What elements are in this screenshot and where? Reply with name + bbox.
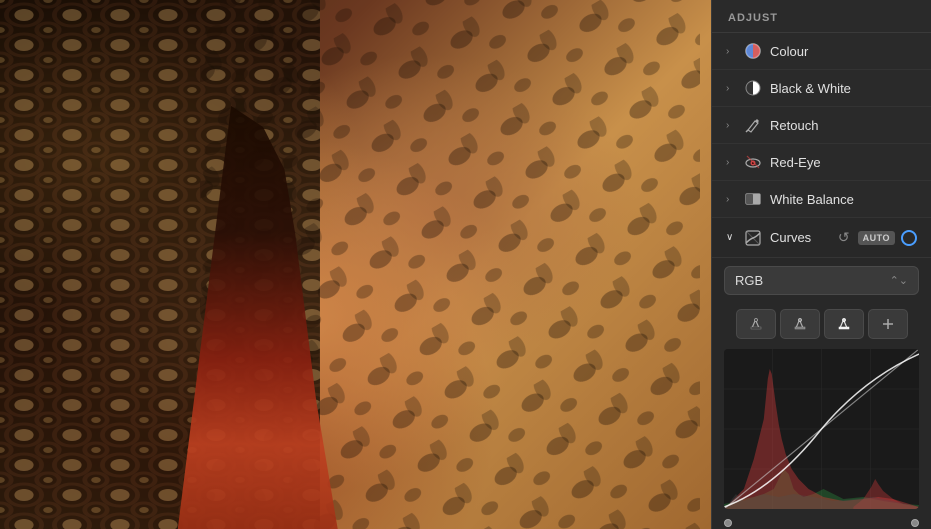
curves-undo-button[interactable]: ↺ <box>836 227 852 248</box>
chevron-icon: › <box>726 46 736 57</box>
black-white-icon <box>744 79 762 97</box>
red-eye-label: Red-Eye <box>770 155 917 170</box>
curves-icon <box>744 229 762 247</box>
colour-icon <box>744 42 762 60</box>
channel-dropdown[interactable]: RGB ⌃⌄ <box>724 266 919 295</box>
chevron-icon: › <box>726 83 736 94</box>
adjust-list: › Colour › Black & White <box>712 33 931 529</box>
panel-title: ADJUST <box>712 0 931 33</box>
chevron-icon: › <box>726 157 736 168</box>
curve-handles <box>712 517 931 529</box>
curves-section: ∨ Curves ↺ AUTO RGB ⌃⌄ <box>712 218 931 529</box>
sidebar-item-colour[interactable]: › Colour <box>712 33 931 70</box>
black-white-label: Black & White <box>770 81 917 96</box>
mid-point-button[interactable] <box>780 309 820 339</box>
eyedropper-toolbar <box>712 303 931 345</box>
curves-header: ∨ Curves ↺ AUTO <box>712 218 931 258</box>
retouch-icon <box>744 116 762 134</box>
sidebar-item-retouch[interactable]: › Retouch <box>712 107 931 144</box>
curve-handle-left[interactable] <box>724 519 732 527</box>
white-balance-icon <box>744 190 762 208</box>
chevron-icon: › <box>726 194 736 205</box>
black-point-button[interactable] <box>736 309 776 339</box>
curves-auto-badge[interactable]: AUTO <box>858 231 895 245</box>
sidebar-item-black-white[interactable]: › Black & White <box>712 70 931 107</box>
curves-chevron-icon: ∨ <box>726 232 736 243</box>
chevron-icon: › <box>726 120 736 131</box>
curves-label: Curves <box>770 230 836 245</box>
white-point-button[interactable] <box>824 309 864 339</box>
red-eye-icon <box>744 153 762 171</box>
channel-label: RGB <box>735 273 763 288</box>
curves-graph[interactable] <box>724 349 919 509</box>
colour-label: Colour <box>770 44 917 59</box>
retouch-label: Retouch <box>770 118 917 133</box>
sidebar-item-red-eye[interactable]: › Red-Eye <box>712 144 931 181</box>
sidebar-item-white-balance[interactable]: › White Balance <box>712 181 931 218</box>
curve-handle-right[interactable] <box>911 519 919 527</box>
white-balance-label: White Balance <box>770 192 917 207</box>
histogram-svg <box>724 349 919 509</box>
dropdown-arrow-icon: ⌃⌄ <box>890 274 908 287</box>
curves-controls: ↺ AUTO <box>836 227 917 248</box>
curves-toggle-button[interactable] <box>901 230 917 246</box>
adjust-panel: ADJUST › Colour › <box>711 0 931 529</box>
photo-canvas <box>0 0 711 529</box>
add-point-button[interactable] <box>868 309 908 339</box>
